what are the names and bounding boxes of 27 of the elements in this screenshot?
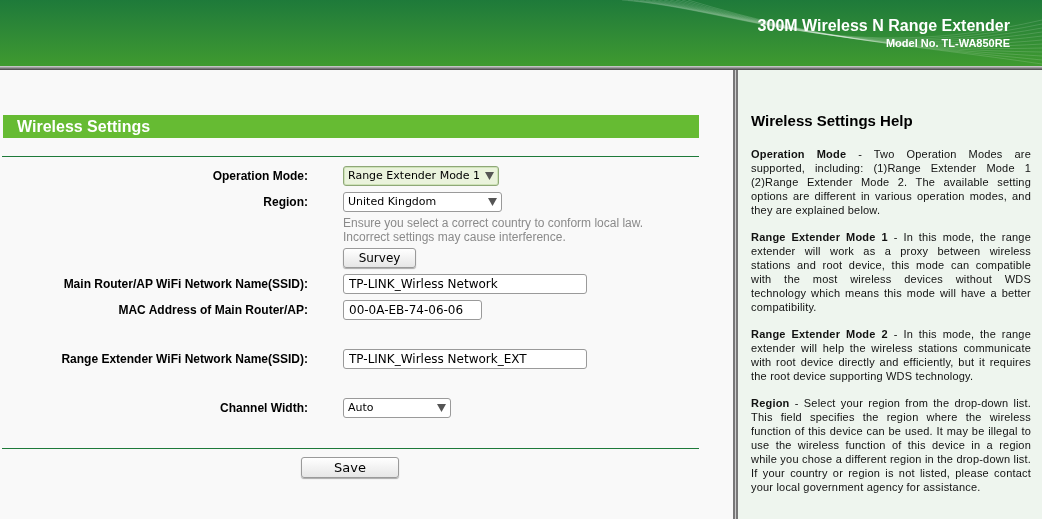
help-paragraph: Range Extender Mode 2 - In this mode, the range extender will help the wireless stations communicate with root device directly and efficiently, but it requires the root device supporting WDS technology. bbox=[751, 326, 1031, 383]
save-button[interactable]: Save bbox=[301, 457, 399, 478]
text-field[interactable]: TP-LINK_Wirless Network_EXT bbox=[343, 349, 587, 369]
text-field[interactable]: TP-LINK_Wirless Network bbox=[343, 274, 587, 294]
model-number: Model No. TL-WA850RE bbox=[885, 36, 1010, 50]
dropdown-value: Range Extender Mode 1 bbox=[348, 167, 481, 184]
help-title: Wireless Settings Help bbox=[751, 111, 914, 131]
hint-text: Ensure you select a correct country to conform local law. bbox=[343, 216, 644, 230]
dropdown[interactable]: Auto bbox=[343, 398, 451, 418]
hint-text: Incorrect settings may cause interference. bbox=[343, 230, 567, 244]
help-paragraph: Operation Mode - Two Operation Modes are supported, including: (1)Range Extender Mode 1 (2)Range Extender Mode 2. The available setting options are different in various operation modes, and they are explained below. bbox=[751, 146, 1031, 217]
product-title: 300M Wireless N Range Extender bbox=[757, 16, 1010, 36]
dropdown-value: United Kingdom bbox=[348, 193, 437, 210]
field-label: Region: bbox=[263, 194, 308, 211]
dropdown[interactable]: United Kingdom bbox=[343, 192, 502, 212]
field-label: Range Extender WiFi Network Name(SSID): bbox=[61, 351, 308, 368]
help-paragraph: Range Extender Mode 1 - In this mode, the range extender will work as a proxy between wireless stations and root device, this mode can compatible with the most wireless devices without WDS technology which means this mode will have a better compatibility. bbox=[751, 229, 1031, 314]
dropdown-value: Auto bbox=[348, 399, 374, 416]
text-field[interactable]: 00-0A-EB-74-06-06 bbox=[343, 300, 482, 320]
field-label: Main Router/AP WiFi Network Name(SSID): bbox=[63, 276, 308, 293]
field-label: Operation Mode: bbox=[212, 168, 308, 185]
field-label: MAC Address of Main Router/AP: bbox=[118, 302, 308, 319]
dropdown[interactable]: Range Extender Mode 1 bbox=[343, 166, 499, 186]
help-paragraph: Region - Select your region from the drop-down list. This field specifies the region where the wireless function of this device can be used. It may be illegal to use the wireless function of this device in a region while you chose a different region in the drop-down list. If your country or region is not listed, please contact your local government agency for assistance. bbox=[751, 395, 1031, 494]
survey-button[interactable]: Survey bbox=[343, 248, 416, 268]
field-label: Channel Width: bbox=[220, 400, 308, 417]
section-title: Wireless Settings bbox=[17, 116, 151, 137]
